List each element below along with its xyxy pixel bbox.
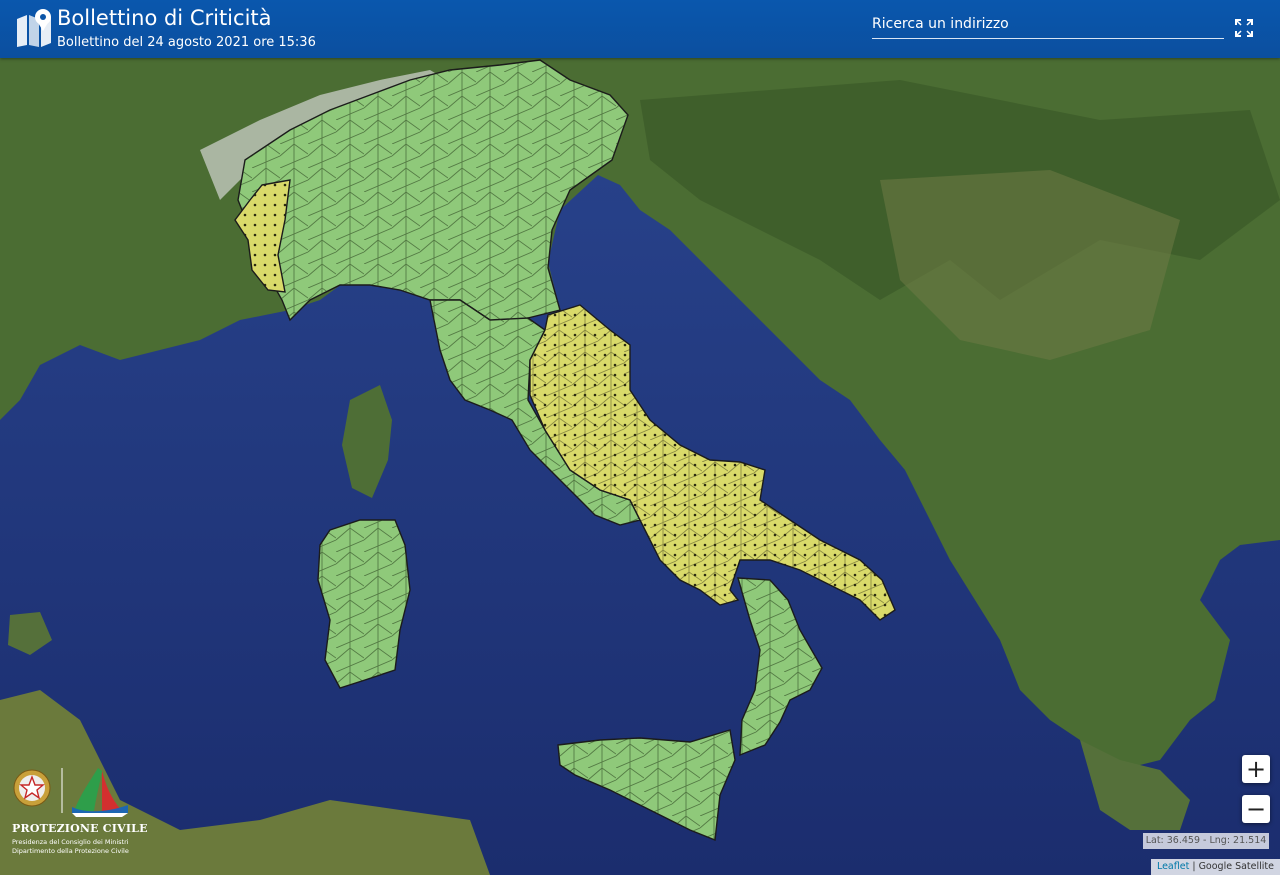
map-attribution: Leaflet | Google Satellite (1150, 859, 1280, 875)
coordinates-readout: Lat: 36.459 - Lng: 21.514 (1143, 833, 1269, 849)
civil-protection-symbol-icon (72, 768, 128, 817)
leaflet-link[interactable]: Leaflet (1157, 861, 1189, 872)
zoom-in-button[interactable]: + (1242, 755, 1270, 783)
attribution-source: Google Satellite (1198, 861, 1274, 872)
header-bar: Bollettino di Criticità Bollettino del 2… (0, 0, 1280, 58)
zoom-out-button[interactable]: − (1242, 795, 1270, 823)
address-search-input[interactable] (872, 12, 1224, 36)
search-field[interactable] (872, 12, 1224, 39)
bulletin-date: Bollettino del 24 agosto 2021 ore 15:36 (57, 35, 316, 50)
italian-emblem-icon (13, 769, 51, 807)
protezione-civile-logo (13, 768, 128, 817)
map-canvas[interactable] (0, 0, 1280, 875)
attribution-separator: | (1189, 861, 1199, 872)
map-pin-icon (17, 9, 51, 47)
fullscreen-icon[interactable] (1234, 18, 1254, 38)
app-title: Bollettino di Criticità (57, 6, 272, 30)
